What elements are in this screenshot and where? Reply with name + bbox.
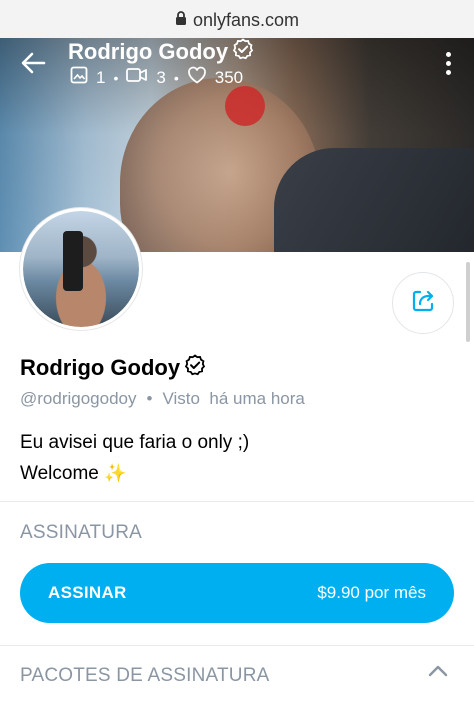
- subscribe-label: ASSINAR: [48, 583, 127, 602]
- image-icon: [70, 66, 88, 89]
- profile-name-row: Rodrigo Godoy: [20, 354, 206, 382]
- subscribe-price: $9.90 por mês: [317, 583, 426, 602]
- profile-header-bar: Rodrigo Godoy 1 • 3 • 350: [0, 38, 474, 108]
- divider: [0, 645, 474, 646]
- bio-line: Welcome: [20, 463, 99, 484]
- seen-time: há uma hora: [209, 389, 305, 408]
- share-button[interactable]: [392, 272, 454, 334]
- share-icon: [410, 288, 436, 319]
- meta-separator: •: [146, 389, 153, 408]
- stats-separator: •: [113, 69, 119, 86]
- more-vertical-icon[interactable]: [446, 52, 452, 75]
- subscription-section-label: ASSINATURA: [20, 522, 143, 543]
- sparkles-icon: ✨: [104, 463, 127, 483]
- videos-count: 3: [156, 67, 166, 87]
- chevron-up-icon[interactable]: [428, 664, 448, 682]
- heart-icon: [187, 66, 207, 89]
- header-title: Rodrigo Godoy: [68, 38, 254, 66]
- likes-count: 350: [214, 67, 244, 87]
- back-arrow-icon[interactable]: [20, 50, 46, 82]
- photos-count: 1: [96, 67, 106, 87]
- scrollbar[interactable]: [466, 262, 470, 342]
- profile-handle[interactable]: @rodrigogodoy: [20, 389, 137, 409]
- seen-label: Visto: [162, 389, 200, 408]
- avatar[interactable]: [20, 208, 142, 330]
- verified-badge-icon: [184, 354, 206, 382]
- header-stats: 1 • 3 • 350: [70, 66, 243, 89]
- stats-separator: •: [173, 69, 179, 86]
- bundles-section-label[interactable]: PACOTES DE ASSINATURA: [20, 665, 270, 687]
- verified-badge-icon: [232, 38, 254, 66]
- url-text: onlyfans.com: [192, 9, 300, 30]
- browser-url-bar[interactable]: onlyfans.com: [0, 0, 474, 40]
- bio-line: Eu avisei que faria o only ;): [20, 432, 250, 453]
- profile-meta: @rodrigogodoy • Visto há uma hora: [20, 389, 305, 409]
- header-name: Rodrigo Godoy: [68, 39, 229, 64]
- subscribe-button[interactable]: ASSINAR $9.90 por mês: [20, 563, 454, 623]
- profile-bio: Eu avisei que faria o only ;) Welcome ✨: [20, 428, 249, 489]
- divider: [0, 501, 474, 502]
- profile-name: Rodrigo Godoy: [20, 355, 181, 380]
- lock-icon: [175, 10, 187, 31]
- video-icon: [126, 67, 148, 88]
